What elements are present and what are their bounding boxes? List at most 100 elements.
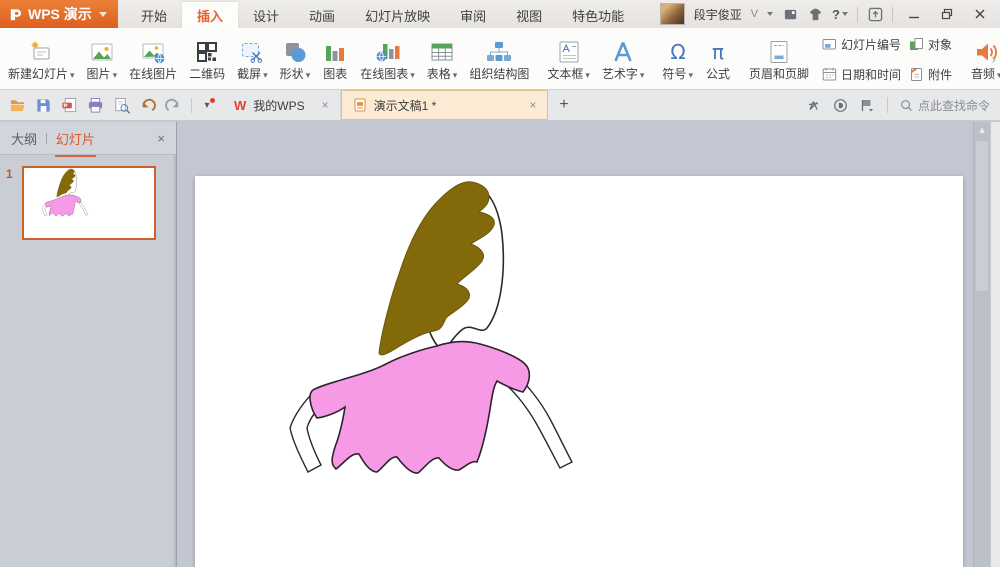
panel-tab-divider: |: [45, 132, 48, 144]
object-icon: [910, 37, 923, 50]
org-chart-icon: [487, 41, 512, 61]
ribbon-expand-chevron[interactable]: [989, 45, 999, 72]
toolbar-separator: [191, 97, 192, 113]
ribbon-insert: 新建幻灯片 图片 在线图片 二维码 截屏 形状 图表 在线图表 表格 组织结构图: [0, 28, 1000, 90]
header-footer-button[interactable]: 页眉和页脚: [743, 31, 815, 87]
new-slide-button[interactable]: 新建幻灯片: [2, 31, 81, 87]
slide-number: 1: [6, 167, 13, 181]
scroll-up-arrow-icon[interactable]: [974, 122, 990, 139]
skin-shirt-icon[interactable]: [807, 6, 823, 22]
hide-ribbon-icon[interactable]: [867, 6, 883, 22]
qrcode-button[interactable]: 二维码: [183, 31, 231, 87]
wordart-label: 艺术字: [601, 66, 638, 81]
table-button[interactable]: 表格: [421, 31, 464, 87]
chart-button[interactable]: 图表: [316, 31, 354, 87]
minimize-button[interactable]: [902, 4, 926, 24]
dropdown-caret-icon: [410, 68, 415, 80]
attachment-button[interactable]: 附件: [906, 61, 955, 87]
tab-presentation1[interactable]: 演示文稿1 *: [340, 90, 549, 120]
help-button[interactable]: ?: [832, 7, 848, 22]
dropdown-caret-icon: [640, 68, 645, 80]
dropdown-caret-icon: [585, 68, 590, 80]
formula-button[interactable]: π 公式: [699, 31, 737, 87]
online-picture-button[interactable]: 在线图片: [123, 31, 183, 87]
slide-1-thumbnail-drawing: [42, 168, 88, 217]
menu-tab-special-features[interactable]: 特色功能: [557, 2, 639, 28]
close-tab-icon[interactable]: [529, 98, 536, 112]
attachment-icon: [910, 67, 922, 81]
scrollbar-thumb[interactable]: [976, 141, 988, 291]
menu-tab-animation[interactable]: 动画: [294, 2, 350, 28]
table-label: 表格: [426, 66, 451, 81]
date-time-button[interactable]: 日期和时间: [819, 61, 904, 87]
menu-tab-insert[interactable]: 插入: [182, 2, 239, 28]
assistant-icon[interactable]: [806, 98, 821, 113]
screenshot-icon: [242, 42, 263, 63]
menu-tab-review[interactable]: 审阅: [445, 2, 501, 28]
user-name[interactable]: 段宇俊亚: [694, 6, 742, 23]
tab-outline[interactable]: 大纲: [11, 129, 37, 148]
menu-tab-bar: 开始 插入 设计 动画 幻灯片放映 审阅 视图 特色功能: [126, 0, 639, 28]
text-box-button[interactable]: 文本框: [541, 31, 596, 87]
open-folder-icon[interactable]: [9, 97, 26, 114]
titlebar-separator: [857, 6, 858, 22]
tab-my-wps[interactable]: W 我的WPS: [223, 90, 341, 120]
menu-tab-view[interactable]: 视图: [501, 2, 557, 28]
menu-tab-design[interactable]: 设计: [238, 2, 294, 28]
slide-thumbnail-row: 1: [0, 155, 176, 240]
picture-button[interactable]: 图片: [81, 31, 124, 87]
undo-icon[interactable]: [139, 97, 156, 114]
user-dropdown-caret-icon[interactable]: [767, 12, 774, 16]
slide-number-button[interactable]: 幻灯片编号: [819, 31, 904, 57]
slide-1-thumbnail[interactable]: [22, 166, 156, 240]
customize-toolbar-caret-icon[interactable]: [201, 98, 215, 111]
menu-tab-home[interactable]: 开始: [126, 2, 182, 28]
print-icon[interactable]: [87, 97, 104, 114]
wordart-button[interactable]: 艺术字: [596, 31, 651, 87]
slides-panel-header: 大纲 | 幻灯片: [0, 122, 176, 157]
app-title: WPS 演示: [28, 6, 92, 22]
docer-icon[interactable]: [833, 98, 848, 113]
message-icon[interactable]: [782, 6, 798, 22]
command-search-label: 点此查找命令: [917, 98, 990, 113]
symbol-label: 符号: [662, 66, 687, 81]
dropdown-caret-icon: [453, 68, 458, 80]
picture-label: 图片: [86, 66, 111, 81]
tab-slides[interactable]: 幻灯片: [54, 129, 96, 157]
shapes-button[interactable]: 形状: [274, 31, 317, 87]
close-tab-icon[interactable]: [322, 98, 329, 112]
logo-dropdown-caret-icon[interactable]: [98, 11, 107, 17]
dropdown-caret-icon: [688, 68, 693, 80]
toolbar-separator: [886, 97, 888, 113]
tab-my-wps-label: 我的WPS: [253, 98, 305, 113]
shapes-label: 形状: [279, 66, 304, 81]
redo-icon[interactable]: [165, 97, 182, 114]
app-logo[interactable]: WPS 演示: [0, 0, 118, 28]
print-preview-icon[interactable]: [113, 97, 130, 114]
object-button[interactable]: 对象: [906, 31, 955, 57]
chart-label: 图表: [323, 66, 348, 81]
org-chart-button[interactable]: 组织结构图: [463, 31, 535, 87]
new-tab-button[interactable]: [548, 90, 579, 120]
svg-text:π: π: [712, 40, 724, 64]
close-button[interactable]: [968, 4, 992, 24]
text-box-label: 文本框: [547, 66, 584, 81]
symbol-button[interactable]: Ω 符号: [656, 31, 699, 87]
slide-canvas[interactable]: [195, 176, 963, 567]
insert-small-group: 幻灯片编号 对象 日期和时间 附件: [815, 31, 959, 87]
command-search[interactable]: 点此查找命令: [900, 97, 990, 114]
close-panel-icon[interactable]: [157, 131, 165, 146]
user-avatar[interactable]: [659, 3, 685, 25]
dropdown-caret-icon: [263, 68, 268, 80]
online-chart-button[interactable]: 在线图表: [354, 31, 421, 87]
screenshot-label: 截屏: [237, 66, 262, 81]
menu-tab-slideshow[interactable]: 幻灯片放映: [350, 2, 445, 28]
export-pdf-icon[interactable]: [61, 97, 78, 114]
girl-back-view-drawing[interactable]: [195, 176, 963, 567]
save-icon[interactable]: [35, 97, 52, 114]
vertical-scrollbar[interactable]: [973, 122, 990, 567]
restore-button[interactable]: [935, 4, 959, 24]
flag-dropdown-icon[interactable]: [860, 98, 875, 113]
screenshot-button[interactable]: 截屏: [231, 31, 274, 87]
new-slide-icon: [31, 41, 50, 59]
